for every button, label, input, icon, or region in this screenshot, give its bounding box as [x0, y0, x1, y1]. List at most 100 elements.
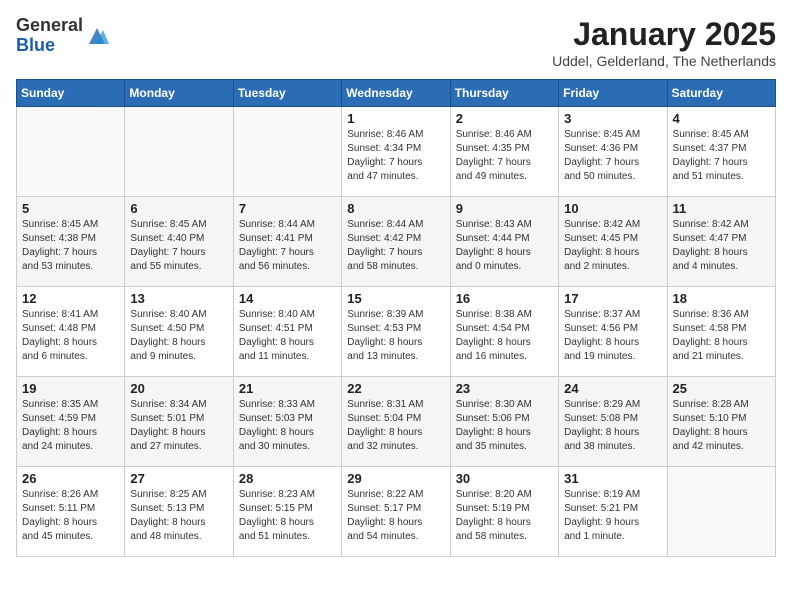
calendar-week-row: 12 Sunrise: 8:41 AMSunset: 4:48 PMDayligh…: [17, 287, 776, 377]
day-info: Sunrise: 8:45 AMSunset: 4:37 PMDaylight:…: [673, 128, 770, 184]
day-info: Sunrise: 8:19 AMSunset: 5:21 PMDaylight:…: [564, 488, 661, 544]
day-info: Sunrise: 8:41 AMSunset: 4:48 PMDaylight:…: [22, 308, 119, 364]
day-number: 29: [347, 471, 444, 486]
logo: General Blue: [16, 16, 109, 56]
calendar-cell: 31 Sunrise: 8:19 AMSunset: 5:21 PMDayligh…: [559, 467, 667, 557]
day-number: 21: [239, 381, 336, 396]
calendar-cell: 11 Sunrise: 8:42 AMSunset: 4:47 PMDayligh…: [667, 197, 775, 287]
day-number: 13: [130, 291, 227, 306]
day-info: Sunrise: 8:33 AMSunset: 5:03 PMDaylight:…: [239, 398, 336, 454]
calendar-cell: 28Sunrise: 8:23 AMSunset: 5:15 PMDayligh…: [233, 467, 341, 557]
day-info: Sunrise: 8:42 AMSunset: 4:45 PMDaylight:…: [564, 218, 661, 274]
weekday-header: Thursday: [450, 80, 558, 107]
day-info: Sunrise: 8:26 AMSunset: 5:11 PMDaylight:…: [22, 488, 119, 544]
day-info: Sunrise: 8:45 AMSunset: 4:36 PMDaylight:…: [564, 128, 661, 184]
day-number: 9: [456, 201, 553, 216]
day-number: 4: [673, 111, 770, 126]
calendar-cell: 2 Sunrise: 8:46 AMSunset: 4:35 PMDaylight…: [450, 107, 558, 197]
day-info: Sunrise: 8:46 AMSunset: 4:34 PMDaylight:…: [347, 128, 444, 184]
day-number: 18: [673, 291, 770, 306]
day-number: 26: [22, 471, 119, 486]
calendar-cell: [125, 107, 233, 197]
day-number: 5: [22, 201, 119, 216]
day-info: Sunrise: 8:28 AMSunset: 5:10 PMDaylight:…: [673, 398, 770, 454]
day-number: 16: [456, 291, 553, 306]
calendar-cell: 9Sunrise: 8:43 AMSunset: 4:44 PMDaylight…: [450, 197, 558, 287]
calendar-cell: 4 Sunrise: 8:45 AMSunset: 4:37 PMDaylight…: [667, 107, 775, 197]
calendar-cell: 19 Sunrise: 8:35 AMSunset: 4:59 PMDayligh…: [17, 377, 125, 467]
calendar-cell: 16 Sunrise: 8:38 AMSunset: 4:54 PMDayligh…: [450, 287, 558, 377]
calendar-cell: 25Sunrise: 8:28 AMSunset: 5:10 PMDayligh…: [667, 377, 775, 467]
day-info: Sunrise: 8:45 AMSunset: 4:40 PMDaylight:…: [130, 218, 227, 274]
weekday-header: Tuesday: [233, 80, 341, 107]
logo-general: General: [16, 16, 83, 36]
day-info: Sunrise: 8:36 AMSunset: 4:58 PMDaylight:…: [673, 308, 770, 364]
calendar-week-row: 26 Sunrise: 8:26 AMSunset: 5:11 PMDayligh…: [17, 467, 776, 557]
day-number: 17: [564, 291, 661, 306]
day-info: Sunrise: 8:22 AMSunset: 5:17 PMDaylight:…: [347, 488, 444, 544]
calendar-cell: 26 Sunrise: 8:26 AMSunset: 5:11 PMDayligh…: [17, 467, 125, 557]
calendar-cell: 20 Sunrise: 8:34 AMSunset: 5:01 PMDayligh…: [125, 377, 233, 467]
calendar-cell: [17, 107, 125, 197]
day-number: 15: [347, 291, 444, 306]
day-number: 20: [130, 381, 227, 396]
day-number: 22: [347, 381, 444, 396]
day-info: Sunrise: 8:20 AMSunset: 5:19 PMDaylight:…: [456, 488, 553, 544]
month-title: January 2025: [552, 16, 776, 53]
calendar-cell: 13 Sunrise: 8:40 AMSunset: 4:50 PMDayligh…: [125, 287, 233, 377]
day-number: 7: [239, 201, 336, 216]
calendar-cell: 6 Sunrise: 8:45 AMSunset: 4:40 PMDaylight…: [125, 197, 233, 287]
day-number: 3: [564, 111, 661, 126]
calendar-cell: 1 Sunrise: 8:46 AMSunset: 4:34 PMDaylight…: [342, 107, 450, 197]
weekday-header: Friday: [559, 80, 667, 107]
day-info: Sunrise: 8:42 AMSunset: 4:47 PMDaylight:…: [673, 218, 770, 274]
calendar-cell: 3 Sunrise: 8:45 AMSunset: 4:36 PMDaylight…: [559, 107, 667, 197]
calendar-cell: 23Sunrise: 8:30 AMSunset: 5:06 PMDayligh…: [450, 377, 558, 467]
day-number: 24: [564, 381, 661, 396]
page-header: General Blue January 2025 Uddel, Gelderl…: [16, 16, 776, 69]
day-number: 11: [673, 201, 770, 216]
day-number: 2: [456, 111, 553, 126]
day-info: Sunrise: 8:34 AMSunset: 5:01 PMDaylight:…: [130, 398, 227, 454]
day-info: Sunrise: 8:38 AMSunset: 4:54 PMDaylight:…: [456, 308, 553, 364]
day-info: Sunrise: 8:31 AMSunset: 5:04 PMDaylight:…: [347, 398, 444, 454]
calendar-cell: 30Sunrise: 8:20 AMSunset: 5:19 PMDayligh…: [450, 467, 558, 557]
calendar-week-row: 5 Sunrise: 8:45 AMSunset: 4:38 PMDaylight…: [17, 197, 776, 287]
logo-icon: [85, 26, 109, 46]
calendar-week-row: 1 Sunrise: 8:46 AMSunset: 4:34 PMDaylight…: [17, 107, 776, 197]
logo-blue: Blue: [16, 36, 83, 56]
calendar-week-row: 19 Sunrise: 8:35 AMSunset: 4:59 PMDayligh…: [17, 377, 776, 467]
day-number: 12: [22, 291, 119, 306]
day-info: Sunrise: 8:35 AMSunset: 4:59 PMDaylight:…: [22, 398, 119, 454]
calendar-cell: 14 Sunrise: 8:40 AMSunset: 4:51 PMDayligh…: [233, 287, 341, 377]
day-info: Sunrise: 8:30 AMSunset: 5:06 PMDaylight:…: [456, 398, 553, 454]
day-info: Sunrise: 8:40 AMSunset: 4:51 PMDaylight:…: [239, 308, 336, 364]
day-number: 19: [22, 381, 119, 396]
day-number: 1: [347, 111, 444, 126]
weekday-header: Sunday: [17, 80, 125, 107]
calendar-cell: 10Sunrise: 8:42 AMSunset: 4:45 PMDayligh…: [559, 197, 667, 287]
day-info: Sunrise: 8:46 AMSunset: 4:35 PMDaylight:…: [456, 128, 553, 184]
calendar-cell: 15Sunrise: 8:39 AMSunset: 4:53 PMDayligh…: [342, 287, 450, 377]
day-info: Sunrise: 8:45 AMSunset: 4:38 PMDaylight:…: [22, 218, 119, 274]
day-number: 31: [564, 471, 661, 486]
calendar-cell: 21 Sunrise: 8:33 AMSunset: 5:03 PMDayligh…: [233, 377, 341, 467]
calendar-cell: 7Sunrise: 8:44 AMSunset: 4:41 PMDaylight…: [233, 197, 341, 287]
day-number: 14: [239, 291, 336, 306]
calendar-cell: 29 Sunrise: 8:22 AMSunset: 5:17 PMDayligh…: [342, 467, 450, 557]
calendar-cell: 24 Sunrise: 8:29 AMSunset: 5:08 PMDayligh…: [559, 377, 667, 467]
day-info: Sunrise: 8:40 AMSunset: 4:50 PMDaylight:…: [130, 308, 227, 364]
day-number: 6: [130, 201, 227, 216]
calendar-cell: [667, 467, 775, 557]
weekday-header: Saturday: [667, 80, 775, 107]
location: Uddel, Gelderland, The Netherlands: [552, 53, 776, 69]
title-block: January 2025 Uddel, Gelderland, The Neth…: [552, 16, 776, 69]
day-number: 8: [347, 201, 444, 216]
day-info: Sunrise: 8:29 AMSunset: 5:08 PMDaylight:…: [564, 398, 661, 454]
weekday-header-row: SundayMondayTuesdayWednesdayThursdayFrid…: [17, 80, 776, 107]
calendar-cell: 17 Sunrise: 8:37 AMSunset: 4:56 PMDayligh…: [559, 287, 667, 377]
day-number: 27: [130, 471, 227, 486]
day-info: Sunrise: 8:23 AMSunset: 5:15 PMDaylight:…: [239, 488, 336, 544]
weekday-header: Monday: [125, 80, 233, 107]
day-info: Sunrise: 8:37 AMSunset: 4:56 PMDaylight:…: [564, 308, 661, 364]
